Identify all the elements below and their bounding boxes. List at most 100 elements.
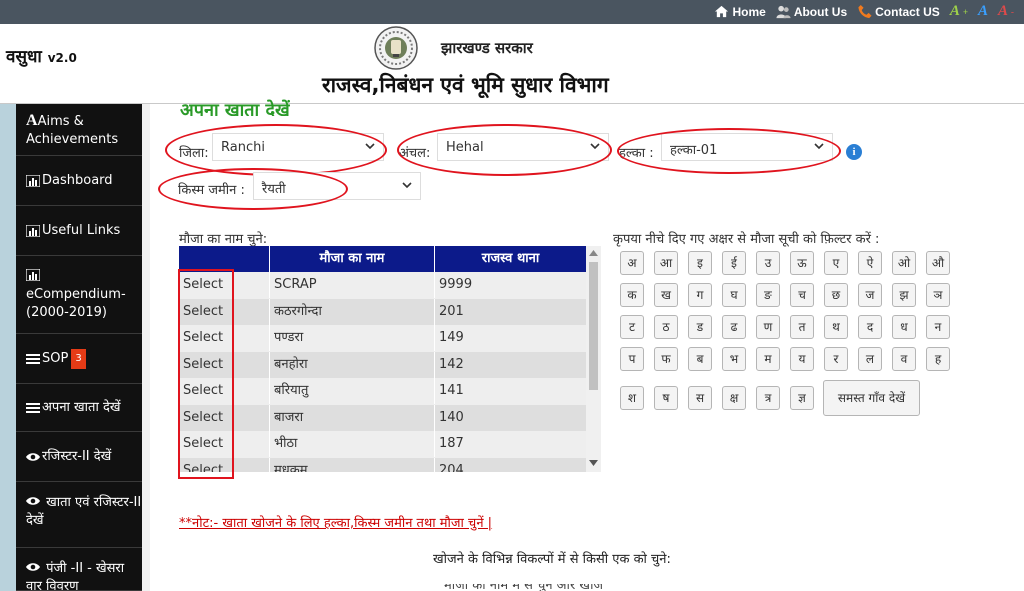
sidebar-item-useful-links[interactable]: Useful Links xyxy=(16,206,142,256)
sidebar-item-apna-khata[interactable]: अपना खाता देखें xyxy=(16,384,142,432)
letter-filter-button[interactable]: भ xyxy=(722,347,746,371)
letter-filter-button[interactable]: फ xyxy=(654,347,678,371)
filter-label: कृपया नीचे दिए गए अक्षर से मौजा सूची को … xyxy=(613,232,880,247)
sidebar-item-panji[interactable]: पंजी -II - खेसरा वार विवरण xyxy=(16,548,142,591)
table-scrollbar[interactable] xyxy=(586,246,601,472)
scroll-down-icon[interactable] xyxy=(589,460,598,466)
circle-highlight xyxy=(397,124,612,176)
letter-filter-button[interactable]: क xyxy=(620,283,644,307)
letter-filter-button[interactable]: प xyxy=(620,347,644,371)
letter-filter-button[interactable]: घ xyxy=(722,283,746,307)
letter-filter-button[interactable]: ट xyxy=(620,315,644,339)
font-decrease-button[interactable]: A- xyxy=(998,3,1014,20)
letter-filter-button[interactable]: ष xyxy=(654,386,678,410)
table-scrollbar-thumb[interactable] xyxy=(589,262,598,390)
dept-name: राजस्व,निबंधन एवं भूमि सुधार विभाग xyxy=(322,73,609,97)
sop-count-badge: 3 xyxy=(71,348,86,369)
letter-filter-button[interactable]: ब xyxy=(688,347,712,371)
all-villages-button[interactable]: समस्त गाँव देखें xyxy=(823,380,920,416)
letter-filter-button[interactable]: ह xyxy=(926,347,950,371)
letter-filter-button[interactable]: ग xyxy=(688,283,712,307)
letter-filter-button[interactable]: ज्ञ xyxy=(790,386,814,410)
letter-filter-button[interactable]: आ xyxy=(654,251,678,275)
page-title: अपना खाता देखें xyxy=(180,100,290,116)
list-icon xyxy=(26,402,40,413)
letter-filter-button[interactable]: न xyxy=(926,315,950,339)
sidebar-item-dashboard[interactable]: Dashboard xyxy=(16,156,142,206)
letter-filter-button[interactable]: ख xyxy=(654,283,678,307)
home-link[interactable]: Home xyxy=(714,4,766,19)
sidebar-item-label: SOP xyxy=(42,350,69,366)
thana-cell: 149 xyxy=(434,325,586,351)
letter-filter-button[interactable]: च xyxy=(790,283,814,307)
letter-filter-button[interactable]: ठ xyxy=(654,315,678,339)
letter-filter-button[interactable]: ञ xyxy=(926,283,950,307)
letter-filter-button[interactable]: द xyxy=(858,315,882,339)
font-normal-button[interactable]: A xyxy=(978,3,988,20)
letter-filter-button[interactable]: श xyxy=(620,386,644,410)
sidebar-item-label: AAims & Achievements xyxy=(26,112,142,149)
brand-logo[interactable]: वसुधा v2.0 xyxy=(6,44,77,67)
letter-filter-button[interactable]: ङ xyxy=(756,283,780,307)
letter-filter-button[interactable]: ड xyxy=(688,315,712,339)
letter-filter-button[interactable]: म xyxy=(756,347,780,371)
letter-filter-button[interactable]: ओ xyxy=(892,251,916,275)
letter-filter-button[interactable]: ऐ xyxy=(858,251,882,275)
mouza-name-cell: बाजरा xyxy=(269,404,434,431)
note-text: **नोट:- खाता खोजने के लिए हल्का,किस्म जम… xyxy=(179,516,493,531)
aims-label: Aims & Achievements xyxy=(26,114,119,147)
select-column-highlight xyxy=(178,269,234,479)
letter-filter-button[interactable]: व xyxy=(892,347,916,371)
about-link[interactable]: About Us xyxy=(776,4,847,19)
letter-filter-button[interactable]: स xyxy=(688,386,712,410)
eye-icon xyxy=(26,497,40,505)
users-icon xyxy=(776,5,791,19)
sidebar-item-khata-register[interactable]: खाता एवं रजिस्टर-II देखें xyxy=(16,482,142,548)
mouza-title: मौजा का नाम चुने: xyxy=(179,232,268,247)
letter-filter-button[interactable]: त्र xyxy=(756,386,780,410)
letter-filter-button[interactable]: य xyxy=(790,347,814,371)
letter-filter-button[interactable]: ज xyxy=(858,283,882,307)
sidebar-item-label: अपना खाता देखें xyxy=(42,399,121,415)
about-label: About Us xyxy=(793,4,848,19)
letter-filter-button[interactable]: अ xyxy=(620,251,644,275)
letter-filter-button[interactable]: छ xyxy=(824,283,848,307)
letter-filter-button[interactable]: उ xyxy=(756,251,780,275)
letter-filter-button[interactable]: थ xyxy=(824,315,848,339)
sidebar-item-ecompendium[interactable]: eCompendium-(2000-2019) xyxy=(16,256,142,334)
scroll-up-icon[interactable] xyxy=(589,250,598,256)
letter-filter-button[interactable]: ई xyxy=(722,251,746,275)
table-row: Select बरियातु 141 xyxy=(179,378,586,405)
font-increase-button[interactable]: A + xyxy=(950,3,968,20)
sidebar-item-register[interactable]: रजिस्टर-II देखें xyxy=(16,432,142,482)
chart-icon xyxy=(26,224,40,237)
letter-filter-button[interactable]: इ xyxy=(688,251,712,275)
thana-cell: 142 xyxy=(434,351,586,378)
letter-filter-button[interactable]: त xyxy=(790,315,814,339)
info-icon[interactable]: i xyxy=(846,144,862,160)
letter-filter-button[interactable]: ल xyxy=(858,347,882,371)
sidebar-item-sop[interactable]: SOP 3 xyxy=(16,334,142,384)
letter-filter-button[interactable]: क्ष xyxy=(722,386,746,410)
brand-version: v2.0 xyxy=(47,51,77,65)
font-normal-label: A xyxy=(977,3,988,19)
letter-filter-button[interactable]: औ xyxy=(926,251,950,275)
letter-filter-button[interactable]: ए xyxy=(824,251,848,275)
letter-filter-button[interactable]: ऊ xyxy=(790,251,814,275)
mouza-name-cell: पण्डरा xyxy=(269,325,434,351)
home-label: Home xyxy=(732,4,766,19)
letter-filter-button[interactable]: ण xyxy=(756,315,780,339)
eye-icon xyxy=(26,452,40,461)
contact-link[interactable]: Contact US xyxy=(857,4,940,19)
sidebar-item-label: रजिस्टर-II देखें xyxy=(42,448,112,464)
chart-icon xyxy=(26,269,40,281)
letter-filter-button[interactable]: झ xyxy=(892,283,916,307)
mouza-name-cell: कठरगोन्दा xyxy=(269,298,434,325)
thana-cell: 141 xyxy=(434,378,586,404)
letter-filter-button[interactable]: ढ xyxy=(722,315,746,339)
letter-filter-button[interactable]: र xyxy=(824,347,848,371)
letter-filter-button[interactable]: ध xyxy=(892,315,916,339)
sidebar-item-aims[interactable]: AAims & Achievements xyxy=(16,104,142,156)
top-links: Home About Us Contact US A + A A- xyxy=(714,3,1014,20)
page-scrollbar[interactable] xyxy=(142,104,150,591)
